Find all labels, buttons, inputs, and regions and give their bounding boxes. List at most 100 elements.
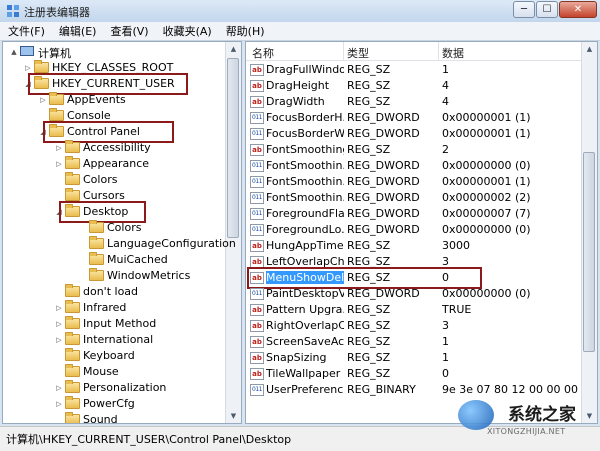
menu-item[interactable]: 帮助(H) <box>218 23 271 39</box>
folder-icon <box>65 300 80 313</box>
tree-item[interactable]: ▲ 计算机 <box>3 44 228 60</box>
expand-toggle-icon[interactable] <box>55 416 63 423</box>
tree-item[interactable]: Colors <box>3 220 228 236</box>
expand-toggle-icon[interactable]: ▷ <box>55 384 63 392</box>
maximize-button[interactable]: ☐ <box>536 1 558 18</box>
expand-toggle-icon[interactable]: ▷ <box>55 400 63 408</box>
scroll-down-icon[interactable]: ▼ <box>226 409 241 423</box>
table-row[interactable]: 011UserPreferenc...REG_BINARY 9e 3e 07 80… <box>246 382 584 398</box>
expand-toggle-icon[interactable]: ▷ <box>55 160 63 168</box>
tree-item-label: Appearance <box>83 157 150 170</box>
expand-toggle-icon[interactable] <box>55 352 63 360</box>
tree-item[interactable]: ▷ AppEvents <box>3 92 228 108</box>
expand-toggle-icon[interactable]: ▲ <box>10 48 18 56</box>
table-row[interactable]: ab SnapSizing REG_SZ 1 <box>246 350 584 366</box>
table-row[interactable]: ab DragWidth REG_SZ 4 <box>246 94 584 110</box>
expand-toggle-icon[interactable] <box>79 272 87 280</box>
table-row[interactable]: 011FontSmoothin...REG_DWORD 0x00000001 (1… <box>246 174 584 190</box>
registry-values-pane[interactable]: 名称 类型 数据 ▲ ▼ abDragFullWindo...REG_SZ1ab… <box>245 41 598 424</box>
tree-item-label: WindowMetrics <box>107 269 191 282</box>
expand-toggle-icon[interactable] <box>39 112 47 120</box>
tree-item-label: Accessibility <box>83 141 151 154</box>
table-row[interactable]: abRightOverlapC...REG_SZ 3 <box>246 318 584 334</box>
folder-icon <box>89 252 104 265</box>
column-header-data[interactable]: 数据 <box>442 45 464 61</box>
tree-item[interactable]: don't load <box>3 284 228 300</box>
tree-item-label: 计算机 <box>38 47 71 60</box>
tree-item[interactable]: ▷ Accessibility <box>3 140 228 156</box>
expand-toggle-icon[interactable] <box>55 368 63 376</box>
table-row[interactable]: ab FontSmoothing REG_SZ 2 <box>246 142 584 158</box>
table-row[interactable]: abPattern Upgra...REG_SZ TRUE <box>246 302 584 318</box>
window-title: 注册表编辑器 <box>24 6 90 19</box>
scroll-down-icon[interactable]: ▼ <box>582 409 597 423</box>
table-row[interactable]: abDragFullWindo...REG_SZ 1 <box>246 62 584 78</box>
tree-item[interactable]: ▷ Input Method <box>3 316 228 332</box>
table-row[interactable]: ab TileWallpaper REG_SZ 0 <box>246 366 584 382</box>
tree-item[interactable]: ▷ Appearance <box>3 156 228 172</box>
tree-scroll-thumb[interactable] <box>227 58 239 238</box>
expand-toggle-icon[interactable]: ▷ <box>24 64 32 72</box>
table-row[interactable]: 011FontSmoothin...REG_DWORD 0x00000000 (0… <box>246 158 584 174</box>
table-row[interactable]: 011FocusBorderH...REG_DWORD 0x00000001 (1… <box>246 110 584 126</box>
value-type: REG_DWORD <box>347 111 420 124</box>
column-header-name[interactable]: 名称 <box>252 45 274 61</box>
list-scroll-thumb[interactable] <box>583 152 595 352</box>
tree-item[interactable]: LanguageConfiguration <box>3 236 236 252</box>
string-value-icon: ab <box>250 320 264 332</box>
table-row[interactable]: 011PaintDesktopV...REG_DWORD 0x00000000 (… <box>246 286 584 302</box>
expand-toggle-icon[interactable] <box>79 240 87 248</box>
string-value-icon: ab <box>250 304 264 316</box>
tree-item[interactable]: ▷ Personalization <box>3 380 228 396</box>
table-row[interactable]: ab DragHeight REG_SZ 4 <box>246 78 584 94</box>
menu-item[interactable]: 文件(F) <box>0 23 51 39</box>
value-data: 0x00000000 (0) <box>442 159 531 172</box>
expand-toggle-icon[interactable]: ▷ <box>39 96 47 104</box>
menu-item[interactable]: 查看(V) <box>102 23 154 39</box>
tree-item-label: International <box>83 333 154 346</box>
binary-value-icon: 011 <box>250 288 264 300</box>
tree-item[interactable]: Keyboard <box>3 348 228 364</box>
value-type: REG_SZ <box>347 319 391 332</box>
tree-item[interactable]: Mouse <box>3 364 228 380</box>
tree-item[interactable]: Colors <box>3 172 228 188</box>
tree-item[interactable]: ▷ PowerCfg <box>3 396 228 412</box>
title-bar[interactable]: 注册表编辑器 ─ ☐ ✕ <box>0 0 600 22</box>
minimize-button[interactable]: ─ <box>513 1 535 18</box>
binary-value-icon: 011 <box>250 160 264 172</box>
expand-toggle-icon[interactable]: ▷ <box>55 320 63 328</box>
scroll-up-icon[interactable]: ▲ <box>226 42 241 56</box>
tree-item[interactable]: MuiCached <box>3 252 228 268</box>
table-row[interactable]: 011FocusBorderW...REG_DWORD 0x00000001 (1… <box>246 126 584 142</box>
expand-toggle-icon[interactable]: ▷ <box>55 144 63 152</box>
tree-item[interactable]: ▷ Infrared <box>3 300 228 316</box>
table-row[interactable]: 011FontSmoothin...REG_DWORD 0x00000002 (2… <box>246 190 584 206</box>
expand-toggle-icon[interactable]: ▷ <box>55 304 63 312</box>
column-header-type[interactable]: 类型 <box>347 45 369 61</box>
expand-toggle-icon[interactable]: ▷ <box>55 336 63 344</box>
registry-editor-window: 注册表编辑器 ─ ☐ ✕ 文件(F) 编辑(E) 查看(V) 收藏夹(A) 帮助(H) … <box>0 0 600 451</box>
value-data: 0x00000001 (1) <box>442 175 531 188</box>
tree-item[interactable]: WindowMetrics <box>3 268 228 284</box>
value-name: FontSmoothing <box>266 143 344 156</box>
menu-item[interactable]: 编辑(E) <box>51 23 103 39</box>
table-row[interactable]: 011 ForegroundLo... REG_DWORD 0x00000000 (0… <box>246 222 584 238</box>
expand-toggle-icon[interactable] <box>55 176 63 184</box>
table-row[interactable]: abScreenSaveActi...REG_SZ 1 <box>246 334 584 350</box>
list-header: 名称 类型 数据 <box>246 42 584 61</box>
value-type: REG_SZ <box>347 367 391 380</box>
value-type: REG_DWORD <box>347 191 420 204</box>
expand-toggle-icon[interactable] <box>55 192 63 200</box>
expand-toggle-icon[interactable] <box>55 288 63 296</box>
close-button[interactable]: ✕ <box>559 1 597 18</box>
expand-toggle-icon[interactable] <box>79 224 87 232</box>
registry-tree-pane[interactable]: ▲ ▼ ▲ 计算机 ▷ HKEY_CLASSES_ROOT ◢ HKEY_CURRENT_… <box>2 41 242 424</box>
expand-toggle-icon[interactable] <box>79 256 87 264</box>
table-row[interactable]: 011ForegroundFla...REG_DWORD 0x00000007 (… <box>246 206 584 222</box>
table-row[interactable]: abHungAppTime...REG_SZ 3000 <box>246 238 584 254</box>
scroll-up-icon[interactable]: ▲ <box>582 42 597 56</box>
tree-item[interactable]: ▷ International <box>3 332 228 348</box>
tree-item[interactable]: Sound <box>3 412 228 423</box>
menu-item[interactable]: 收藏夹(A) <box>155 23 218 39</box>
value-type: REG_DWORD <box>347 207 420 220</box>
